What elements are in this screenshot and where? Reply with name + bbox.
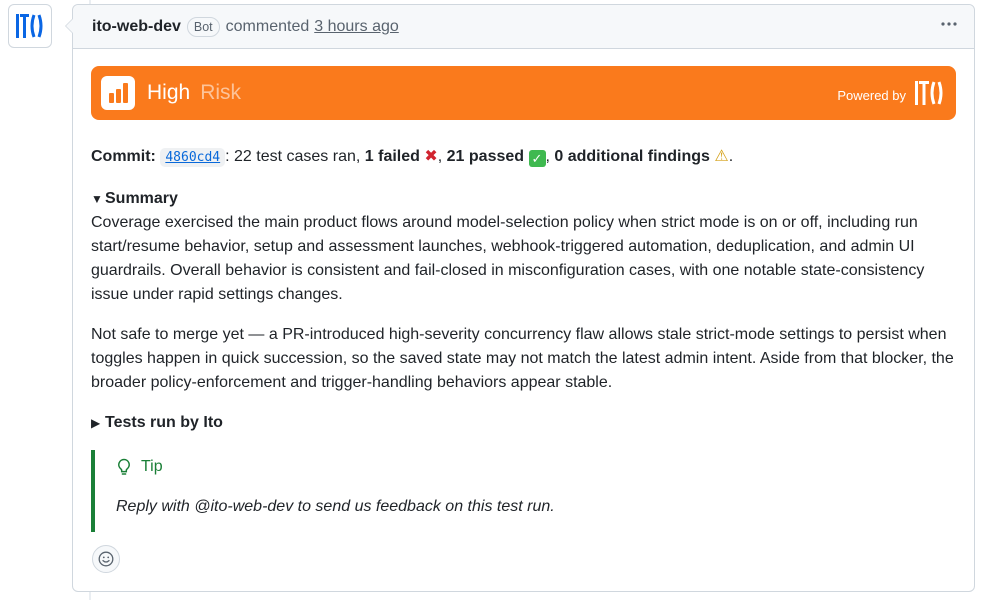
tests-run-toggle[interactable]: ▶ Tests run by Ito — [91, 411, 956, 435]
bot-badge: Bot — [186, 16, 220, 37]
warning-icon: ⚠ — [714, 148, 729, 165]
commit-sha-link[interactable]: 4860cd4 — [160, 148, 226, 167]
triangle-down-icon: ▼ — [91, 192, 103, 206]
triangle-right-icon: ▶ — [91, 416, 101, 430]
tip-title: Tip — [141, 458, 163, 475]
light-bulb-icon — [118, 458, 130, 475]
tests-run-title: Tests run by Ito — [105, 414, 223, 431]
powered-by-text: Powered by — [837, 88, 906, 103]
comment-header: ito-web-dev Bot commented 3 hours ago — [73, 5, 974, 49]
tip-body: Reply with @ito-web-dev to send us feedb… — [116, 498, 555, 515]
powered-by: Powered by — [837, 80, 946, 106]
bar-chart-icon — [101, 76, 135, 110]
summary-toggle[interactable]: ▼ Summary — [91, 187, 956, 211]
check-mark-icon: ✓ — [528, 150, 546, 167]
summary-title: Summary — [105, 190, 178, 207]
add-reaction-button[interactable] — [92, 545, 120, 573]
risk-level: High — [147, 81, 191, 104]
commit-label: Commit: — [91, 148, 156, 165]
ito-logo-icon — [16, 14, 43, 38]
failed-count: 1 failed — [364, 148, 420, 165]
ito-logo-white-icon — [915, 81, 943, 105]
author-link[interactable]: ito-web-dev — [92, 18, 181, 36]
smiley-icon — [98, 551, 114, 567]
risk-label: Risk — [200, 81, 242, 104]
avatar[interactable] — [8, 4, 52, 48]
risk-banner: High Risk Powered by — [91, 66, 956, 120]
commit-summary: Commit: 4860cd4: 22 test cases ran, 1 fa… — [91, 148, 734, 167]
findings-count: 0 additional findings — [554, 148, 710, 165]
comment-body: Commit: 4860cd4: 22 test cases ran, 1 fa… — [91, 145, 956, 435]
comment-box: ito-web-dev Bot commented 3 hours ago Hi… — [65, 4, 975, 592]
kebab-horizontal-icon[interactable] — [940, 15, 958, 38]
timestamp-link[interactable]: 3 hours ago — [314, 18, 399, 36]
tip-heading: Tip — [116, 458, 163, 476]
ran-text: : 22 test cases ran, — [225, 148, 365, 165]
cross-mark-icon: ✖ — [424, 148, 438, 165]
passed-count: 21 passed — [446, 148, 525, 165]
summary-paragraph: Not safe to merge yet — a PR-introduced … — [91, 326, 954, 391]
comment-action: commented — [225, 17, 310, 35]
tip-callout: Tip Reply with @ito-web-dev to send us f… — [91, 450, 791, 532]
summary-paragraph: Coverage exercised the main product flow… — [91, 214, 925, 303]
